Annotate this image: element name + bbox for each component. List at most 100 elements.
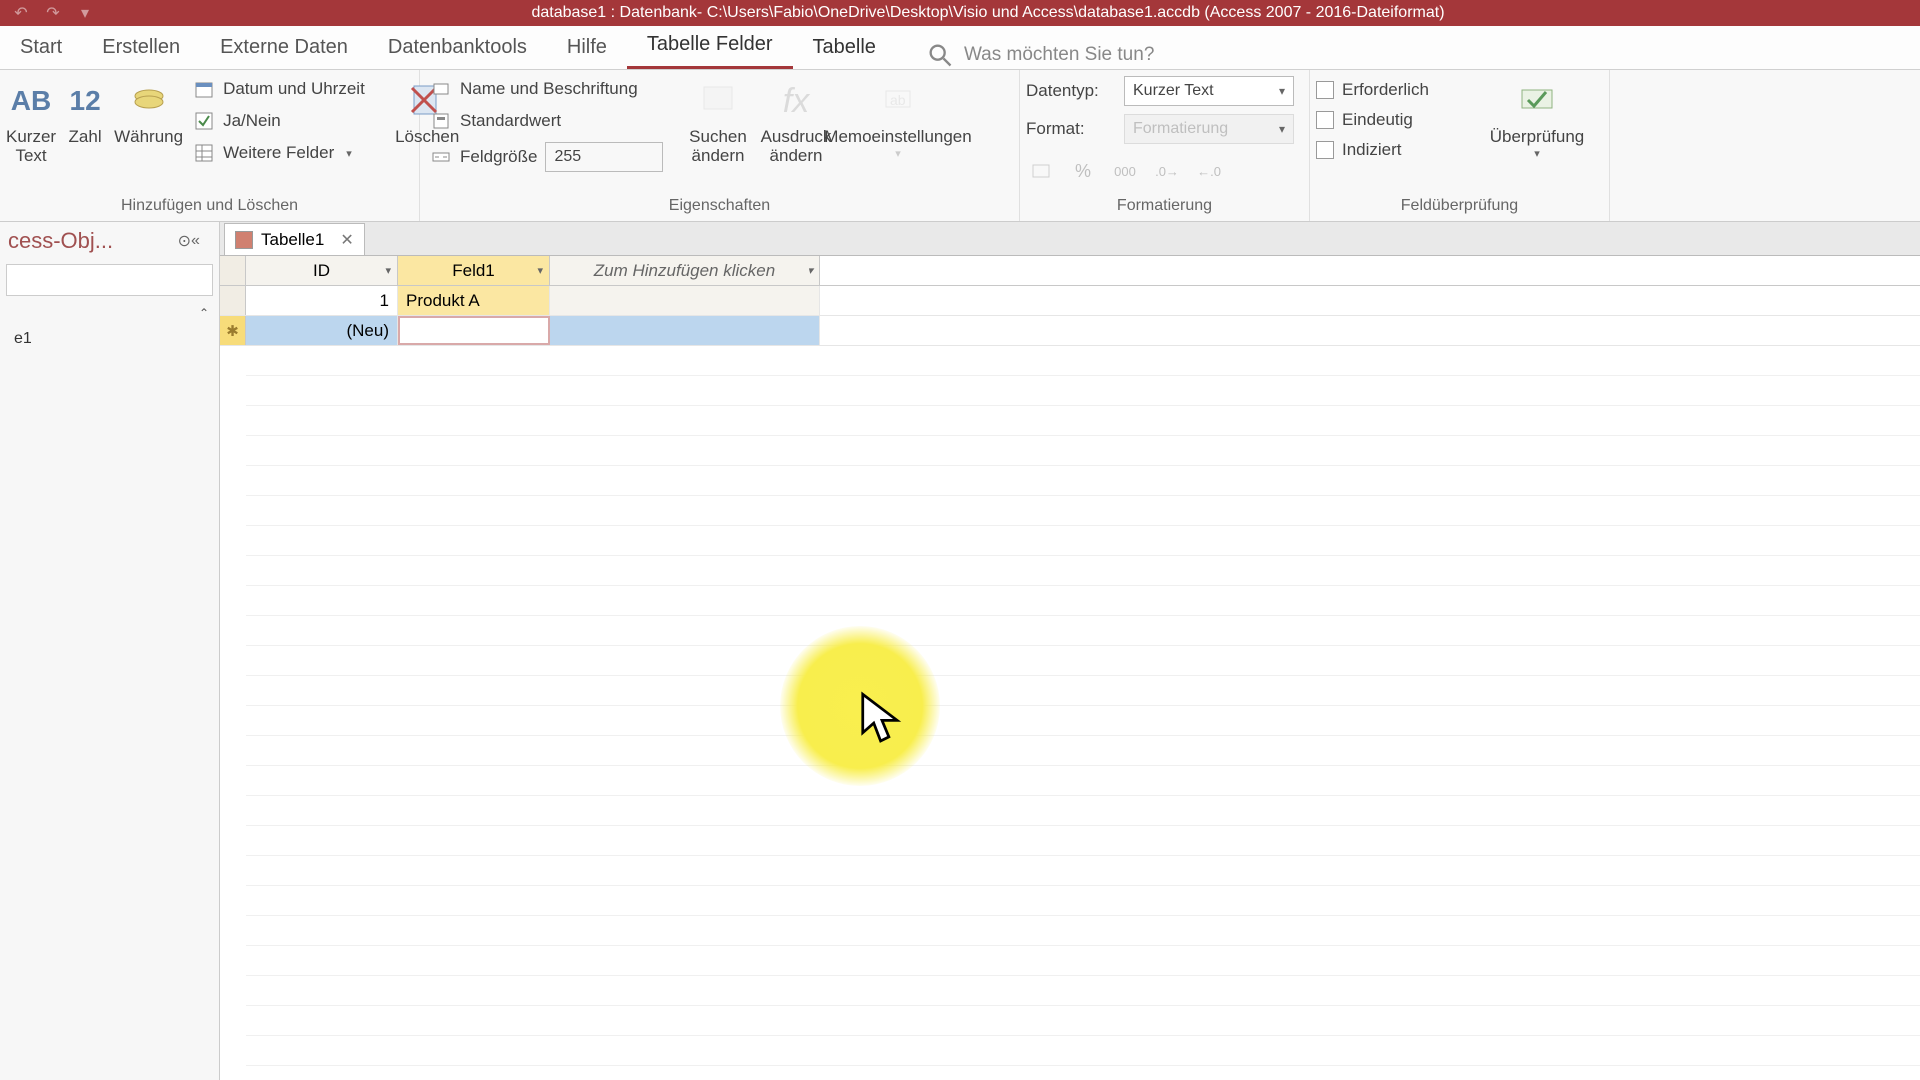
chevron-down-icon: ▾: [895, 147, 901, 160]
short-text-icon: AB: [8, 78, 54, 124]
group-label-properties: Eigenschaften: [426, 193, 1013, 221]
column-header-feld1[interactable]: Feld1 ▾: [398, 256, 550, 285]
document-tab-strip: Tabelle1 ✕: [220, 222, 1920, 256]
chevron-down-icon: ▾: [1279, 84, 1285, 98]
lbl-format: Format:: [1026, 119, 1116, 139]
chk-eindeutig[interactable]: Eindeutig: [1316, 108, 1476, 132]
cell-feld1[interactable]: Produkt A: [398, 286, 550, 315]
fx-icon: fx: [773, 78, 819, 124]
redo-icon[interactable]: ↷: [42, 2, 64, 24]
chk-eindeutig-label: Eindeutig: [1342, 110, 1413, 130]
select-all-cell[interactable]: [220, 256, 246, 285]
tab-tabelle-felder[interactable]: Tabelle Felder: [627, 23, 793, 69]
chevron-down-icon: ▾: [1534, 147, 1540, 160]
btn-waehrung-label: Währung: [114, 128, 183, 147]
btn-kurzer-text[interactable]: AB Kurzer Text: [6, 74, 56, 165]
group-label-add-delete: Hinzufügen und Löschen: [6, 193, 413, 221]
btn-name-label: Name und Beschriftung: [460, 79, 638, 99]
doc-tab-tabelle1[interactable]: Tabelle1 ✕: [224, 223, 365, 255]
close-icon[interactable]: ✕: [340, 230, 353, 250]
undo-icon[interactable]: ↶: [10, 2, 32, 24]
chevron-down-icon[interactable]: ▾: [537, 264, 543, 277]
combo-format-value: Formatierung: [1133, 120, 1228, 138]
tag-icon: [430, 78, 452, 100]
combo-format: Formatierung ▾: [1124, 114, 1294, 144]
btn-ja-nein[interactable]: Ja/Nein: [189, 108, 389, 134]
btn-ausdruck-aendern: fx Ausdruck ändern: [760, 74, 832, 165]
currency-format-icon: [1026, 156, 1056, 186]
row-selector[interactable]: [220, 286, 246, 315]
lbl-feldgroesse: Feldgröße: [460, 147, 537, 167]
btn-janein-label: Ja/Nein: [223, 111, 281, 131]
cell-add-new[interactable]: [550, 316, 820, 345]
btn-pruefung-label: Überprüfung: [1490, 128, 1585, 147]
grid-icon: [193, 142, 215, 164]
memo-icon: ab: [875, 78, 921, 124]
checkbox-icon: [193, 110, 215, 132]
btn-memo-label: Memoeinstellungen: [824, 128, 971, 147]
size-icon: [430, 146, 452, 168]
column-header-add[interactable]: Zum Hinzufügen klicken ▾: [550, 256, 820, 285]
nav-item-table[interactable]: e1: [0, 326, 219, 352]
tell-me-search[interactable]: Was möchten Sie tun?: [926, 41, 1154, 69]
chk-indiziert[interactable]: Indiziert: [1316, 138, 1476, 162]
combo-datentyp[interactable]: Kurzer Text ▾: [1124, 76, 1294, 106]
btn-name-beschriftung[interactable]: Name und Beschriftung: [426, 76, 676, 102]
chk-erforderlich-label: Erforderlich: [1342, 80, 1429, 100]
collapse-icon: ⌃: [199, 306, 209, 320]
table-icon: [235, 231, 253, 249]
table-row[interactable]: 1 Produkt A: [220, 286, 1920, 316]
btn-standardwert[interactable]: Standardwert: [426, 108, 676, 134]
input-feldgroesse[interactable]: 255: [545, 142, 663, 172]
nav-search[interactable]: 🔍: [6, 264, 213, 296]
chevron-down-icon: ▾: [1279, 122, 1285, 136]
nav-collapse-icon[interactable]: «: [191, 232, 211, 250]
row-selector-new[interactable]: ✱: [220, 316, 246, 345]
percent-format-icon: %: [1068, 156, 1098, 186]
tab-hilfe[interactable]: Hilfe: [547, 26, 627, 69]
thousand-sep-icon: 000: [1110, 156, 1140, 186]
btn-suchen-aendern: Suchen ändern: [682, 74, 754, 165]
tab-externe-daten[interactable]: Externe Daten: [200, 26, 368, 69]
cell-id-new[interactable]: (Neu): [246, 316, 398, 345]
column-header-id[interactable]: ID ▾: [246, 256, 398, 285]
window-title: database1 : Datenbank- C:\Users\Fabio\On…: [96, 4, 1920, 22]
datasheet[interactable]: ID ▾ Feld1 ▾ Zum Hinzufügen klicken ▾ 1 …: [220, 256, 1920, 1080]
nav-pane-title[interactable]: cess-Obj...: [8, 228, 178, 254]
ribbon-tab-strip: Start Erstellen Externe Daten Datenbankt…: [0, 26, 1920, 70]
chk-indiziert-label: Indiziert: [1342, 140, 1402, 160]
tab-start[interactable]: Start: [0, 26, 82, 69]
btn-datum-label: Datum und Uhrzeit: [223, 79, 365, 99]
nav-group-header[interactable]: ⌃: [0, 300, 219, 326]
table-row-new[interactable]: ✱ (Neu): [220, 316, 1920, 346]
qat-dropdown-icon[interactable]: ▾: [74, 2, 96, 24]
cell-add[interactable]: [550, 286, 820, 315]
btn-waehrung[interactable]: Währung: [114, 74, 183, 147]
btn-zahl[interactable]: 12 Zahl: [62, 74, 108, 147]
cell-feld1-new[interactable]: [398, 316, 550, 345]
btn-kurzer-text-label: Kurzer Text: [6, 128, 56, 165]
nav-dropdown-icon[interactable]: ⊙: [178, 231, 191, 251]
chevron-down-icon[interactable]: ▾: [385, 264, 391, 277]
group-label-formatting: Formatierung: [1026, 193, 1303, 221]
row-feldgroesse: Feldgröße 255: [426, 140, 676, 174]
calendar-icon: [193, 78, 215, 100]
btn-weitere-felder[interactable]: Weitere Felder ▾: [189, 140, 389, 166]
btn-ausdruck-label: Ausdruck ändern: [760, 128, 832, 165]
btn-datum-uhrzeit[interactable]: Datum und Uhrzeit: [189, 76, 389, 102]
btn-suchen-label: Suchen ändern: [682, 128, 754, 165]
nav-search-input[interactable]: [7, 272, 220, 289]
chk-erforderlich[interactable]: Erforderlich: [1316, 78, 1476, 102]
lbl-datentyp: Datentyp:: [1026, 81, 1116, 101]
col-add-label: Zum Hinzufügen klicken: [594, 261, 775, 281]
chevron-down-icon[interactable]: ▾: [807, 264, 813, 277]
ribbon-body: AB Kurzer Text 12 Zahl Währung Datum und…: [0, 70, 1920, 222]
btn-ueberpruefung[interactable]: Überprüfung ▾: [1482, 74, 1592, 160]
tab-erstellen[interactable]: Erstellen: [82, 26, 200, 69]
tab-datenbanktools[interactable]: Datenbanktools: [368, 26, 547, 69]
cell-id[interactable]: 1: [246, 286, 398, 315]
navigation-pane[interactable]: cess-Obj... ⊙ « 🔍 ⌃ e1: [0, 222, 220, 1080]
decrease-decimal-icon: ←.0: [1194, 156, 1224, 186]
btn-zahl-label: Zahl: [69, 128, 102, 147]
tab-tabelle[interactable]: Tabelle: [793, 26, 896, 69]
